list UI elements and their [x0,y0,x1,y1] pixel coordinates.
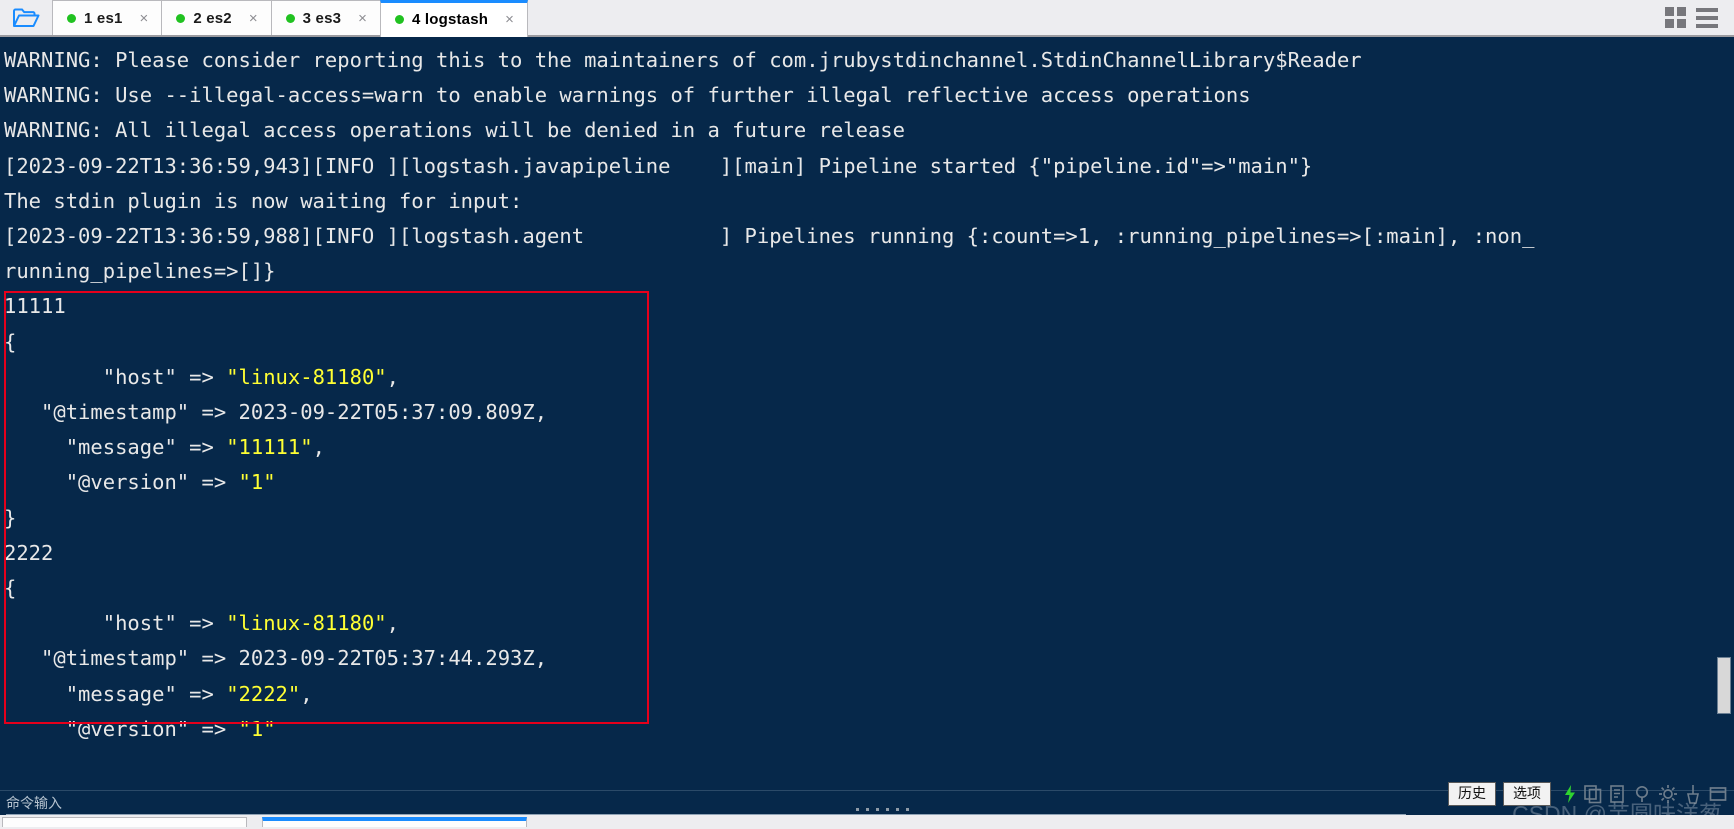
event-1-field-0-arrow: => [189,364,214,389]
event-1-field-2-key: "message" [65,435,177,460]
event-1-echo: 11111 [4,294,66,319]
connection-status-icon [285,13,295,23]
close-icon[interactable]: × [502,11,517,28]
menu-button[interactable] [1694,5,1720,31]
open-folder-button[interactable] [0,0,52,35]
event-1-field-1-value: 2023-09-22T05:37:09.809Z [238,400,535,425]
event-2-field-2-comma: , [300,681,313,706]
event-2-field-1-key: "@timestamp" [41,646,190,671]
grid-view-icon [1664,7,1686,28]
gear-icon[interactable] [1658,784,1678,804]
event-1-field-0-value: "linux-81180" [226,364,387,389]
event-1-field-1-key: "@timestamp" [41,400,190,425]
event-2-echo: 2222 [4,540,54,565]
command-bar-actions: 历史 选项 [1448,782,1728,806]
connection-status-icon [176,13,186,23]
broom-icon[interactable] [1683,784,1703,804]
event-2-field-1-comma: , [534,646,548,671]
tab-label: 2 es2 [193,9,232,27]
window-icon[interactable] [1708,784,1728,804]
tab-bar: 1 es1 × 2 es2 × 3 es3 × 4 logstash × [0,0,1734,37]
open-folder-icon [12,7,40,29]
event-1-field-0-key: "host" [102,364,177,389]
event-2-field-3-key: "@version" [65,716,190,741]
tab-logstash[interactable]: 4 logstash × [379,0,528,37]
tab-list: 1 es1 × 2 es2 × 3 es3 × 4 logstash × [52,0,1662,37]
search-icon[interactable] [1633,784,1653,804]
resize-grip[interactable] [856,808,909,811]
event-1-field-0-comma: , [386,364,399,389]
event-1-field-2-comma: , [312,435,325,460]
terminal-text: WARNING: Please consider reporting this … [4,43,1734,747]
event-2-field-2-value: "2222" [226,681,301,706]
terminal-output-pane[interactable]: WARNING: Please consider reporting this … [0,37,1734,790]
grid-view-button[interactable] [1662,5,1688,31]
event-2-field-2-key: "message" [65,681,177,706]
event-2-field-3-arrow: => [201,716,227,741]
tray-icons [1562,784,1728,804]
event-1-field-1-comma: , [534,400,548,425]
event-2-field-2-arrow: => [189,681,214,706]
tab-es3[interactable]: 3 es3 × [270,0,381,35]
taskbar-item-1[interactable] [2,817,247,827]
tab-es2[interactable]: 2 es2 × [161,0,272,35]
event-1-field-3-arrow: => [201,470,227,495]
close-icon[interactable]: × [355,10,370,27]
copy-icon[interactable] [1583,784,1603,804]
event-2-open-brace: { [4,576,17,601]
event-1-field-1-arrow: => [201,400,227,425]
event-2-field-0-value: "linux-81180" [226,611,387,636]
event-1-open-brace: { [4,329,17,354]
connection-status-icon [394,14,404,24]
event-2-field-1-arrow: => [201,646,227,671]
options-button[interactable]: 选项 [1503,782,1551,806]
event-2-field-3-value: "1" [238,716,276,741]
tab-label: 4 logstash [411,10,489,28]
terminal-log-lines: WARNING: Please consider reporting this … [4,48,1535,284]
command-input[interactable] [6,791,1406,815]
event-1-field-3-value: "1" [238,470,276,495]
event-2-field-0-comma: , [386,611,399,636]
event-1-field-2-arrow: => [189,435,214,460]
event-2-field-0-arrow: => [189,611,214,636]
scrollbar-thumb[interactable] [1717,657,1731,714]
terminal-scrollbar[interactable] [1716,37,1734,790]
event-1-field-2-value: "11111" [226,435,313,460]
connection-status-icon [67,13,76,23]
tab-label: 1 es1 [84,9,123,27]
taskbar-item-2[interactable] [262,817,527,827]
paste-icon[interactable] [1608,784,1628,804]
tab-label: 3 es3 [302,9,342,27]
tab-es1[interactable]: 1 es1 × [52,0,163,35]
event-1-field-3-key: "@version" [65,470,190,495]
event-2-field-1-value: 2023-09-22T05:37:44.293Z [238,646,535,671]
close-icon[interactable]: × [137,10,152,27]
tab-bar-actions [1662,0,1734,35]
os-taskbar [0,815,1734,827]
event-1-close-brace: } [4,505,17,530]
close-icon[interactable]: × [246,10,261,27]
history-button[interactable]: 历史 [1448,782,1496,806]
event-2-field-0-key: "host" [102,611,177,636]
hamburger-menu-icon [1696,7,1718,28]
terminal-app-window: 1 es1 × 2 es2 × 3 es3 × 4 logstash × WAR… [0,0,1734,827]
lightning-icon[interactable] [1562,784,1578,804]
